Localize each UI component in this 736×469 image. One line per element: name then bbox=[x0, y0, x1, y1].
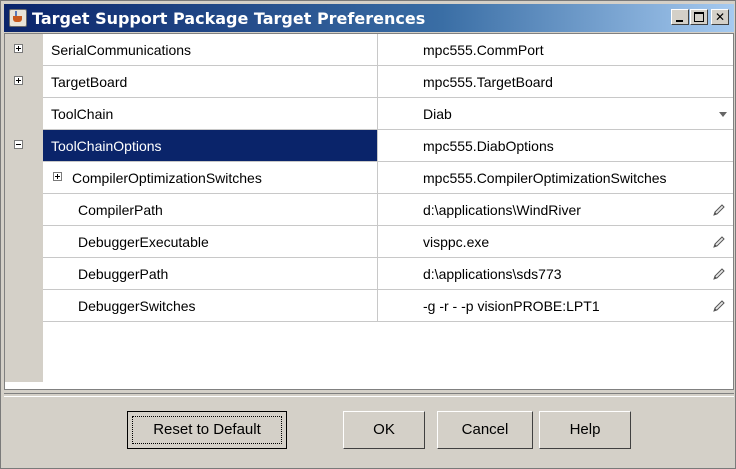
reset-button-label: Reset to Default bbox=[153, 421, 261, 438]
property-row[interactable]: SerialCommunications mpc555.CommPort bbox=[5, 34, 733, 67]
property-name-cell[interactable]: DebuggerPath bbox=[5, 258, 378, 290]
property-name: ToolChainOptions bbox=[51, 138, 162, 154]
help-button[interactable]: Help bbox=[539, 411, 631, 449]
preferences-dialog: Target Support Package Target Preference… bbox=[0, 0, 736, 469]
row-gutter bbox=[5, 130, 43, 162]
row-gutter bbox=[5, 258, 43, 290]
row-gutter bbox=[5, 194, 43, 226]
property-row[interactable]: TargetBoard mpc555.TargetBoard bbox=[5, 66, 733, 99]
row-gutter bbox=[5, 66, 43, 98]
pencil-icon[interactable] bbox=[711, 266, 727, 282]
property-value-cell[interactable]: mpc555.DiabOptions bbox=[378, 130, 733, 162]
property-value: -g -r - -p visionPROBE:LPT1 bbox=[423, 298, 600, 314]
minimize-button[interactable] bbox=[671, 9, 689, 25]
property-name: SerialCommunications bbox=[51, 42, 192, 58]
property-value: d:\applications\sds773 bbox=[423, 266, 562, 282]
ok-button-label: OK bbox=[373, 421, 395, 438]
property-value-cell[interactable]: mpc555.CommPort bbox=[378, 34, 733, 66]
row-gutter bbox=[5, 34, 43, 66]
property-value: mpc555.CommPort bbox=[423, 42, 544, 58]
expand-icon[interactable] bbox=[14, 76, 23, 85]
property-name: CompilerOptimizationSwitches bbox=[72, 170, 262, 186]
ok-button[interactable]: OK bbox=[343, 411, 425, 449]
window-title: Target Support Package Target Preference… bbox=[32, 9, 426, 28]
property-name-cell[interactable]: DebuggerSwitches bbox=[5, 290, 378, 322]
property-row-selected[interactable]: ToolChainOptions mpc555.DiabOptions bbox=[5, 130, 733, 163]
row-gutter bbox=[5, 98, 43, 130]
property-value: visppc.exe bbox=[423, 234, 490, 250]
cancel-button-label: Cancel bbox=[461, 421, 509, 438]
row-gutter bbox=[5, 290, 43, 322]
property-row[interactable]: CompilerOptimizationSwitches mpc555.Comp… bbox=[5, 162, 733, 195]
row-gutter bbox=[5, 162, 43, 194]
property-name: ToolChain bbox=[51, 106, 114, 122]
property-value: Diab bbox=[423, 106, 452, 122]
property-row[interactable]: ToolChain Diab bbox=[5, 98, 733, 131]
property-value-cell[interactable]: d:\applications\WindRiver bbox=[378, 194, 733, 226]
close-button[interactable]: ✕ bbox=[711, 9, 729, 25]
property-name-cell[interactable]: DebuggerExecutable bbox=[5, 226, 378, 258]
property-name-cell[interactable]: SerialCommunications bbox=[5, 34, 378, 66]
property-row[interactable]: DebuggerPath d:\applications\sds773 bbox=[5, 258, 733, 291]
property-name-cell[interactable]: ToolChainOptions bbox=[5, 130, 378, 162]
property-name-cell[interactable]: TargetBoard bbox=[5, 66, 378, 98]
property-row[interactable]: DebuggerSwitches -g -r - -p visionPROBE:… bbox=[5, 290, 733, 323]
help-button-label: Help bbox=[569, 421, 601, 438]
property-value-cell[interactable]: Diab bbox=[378, 98, 733, 130]
property-value: mpc555.CompilerOptimizationSwitches bbox=[423, 170, 667, 186]
selection-highlight: ToolChainOptions bbox=[43, 130, 377, 161]
property-value-cell[interactable]: mpc555.CompilerOptimizationSwitches bbox=[378, 162, 733, 194]
java-app-icon bbox=[9, 9, 27, 27]
dropdown-arrow-icon[interactable] bbox=[719, 112, 727, 117]
pencil-icon[interactable] bbox=[711, 298, 727, 314]
title-bar[interactable]: Target Support Package Target Preference… bbox=[4, 4, 734, 32]
property-row[interactable]: CompilerPath d:\applications\WindRiver bbox=[5, 194, 733, 227]
property-value-cell[interactable]: visppc.exe bbox=[378, 226, 733, 258]
property-name: DebuggerSwitches bbox=[78, 298, 196, 314]
property-name: TargetBoard bbox=[51, 74, 128, 90]
close-icon: ✕ bbox=[714, 10, 726, 24]
reset-to-default-button[interactable]: Reset to Default bbox=[127, 411, 287, 449]
expand-icon[interactable] bbox=[53, 172, 62, 181]
collapse-icon[interactable] bbox=[14, 140, 23, 149]
property-grid: SerialCommunications mpc555.CommPort Tar… bbox=[4, 33, 734, 390]
property-name-cell[interactable]: ToolChain bbox=[5, 98, 378, 130]
minimize-icon bbox=[676, 20, 683, 22]
pencil-icon[interactable] bbox=[711, 202, 727, 218]
property-value: mpc555.DiabOptions bbox=[423, 138, 554, 154]
grid-empty-gutter bbox=[5, 322, 43, 382]
property-value: d:\applications\WindRiver bbox=[423, 202, 581, 218]
property-value: mpc555.TargetBoard bbox=[423, 74, 553, 90]
property-name: DebuggerExecutable bbox=[78, 234, 209, 250]
property-name-cell[interactable]: CompilerOptimizationSwitches bbox=[5, 162, 378, 194]
property-name-cell[interactable]: CompilerPath bbox=[5, 194, 378, 226]
property-row[interactable]: DebuggerExecutable visppc.exe bbox=[5, 226, 733, 259]
maximize-icon bbox=[694, 12, 704, 22]
expand-icon[interactable] bbox=[14, 44, 23, 53]
cancel-button[interactable]: Cancel bbox=[437, 411, 533, 449]
property-value-cell[interactable]: -g -r - -p visionPROBE:LPT1 bbox=[378, 290, 733, 322]
button-separator bbox=[4, 393, 734, 397]
row-gutter bbox=[5, 226, 43, 258]
pencil-icon[interactable] bbox=[711, 234, 727, 250]
property-value-cell[interactable]: mpc555.TargetBoard bbox=[378, 66, 733, 98]
property-value-cell[interactable]: d:\applications\sds773 bbox=[378, 258, 733, 290]
property-name: CompilerPath bbox=[78, 202, 163, 218]
property-name: DebuggerPath bbox=[78, 266, 169, 282]
maximize-button[interactable] bbox=[690, 9, 708, 25]
